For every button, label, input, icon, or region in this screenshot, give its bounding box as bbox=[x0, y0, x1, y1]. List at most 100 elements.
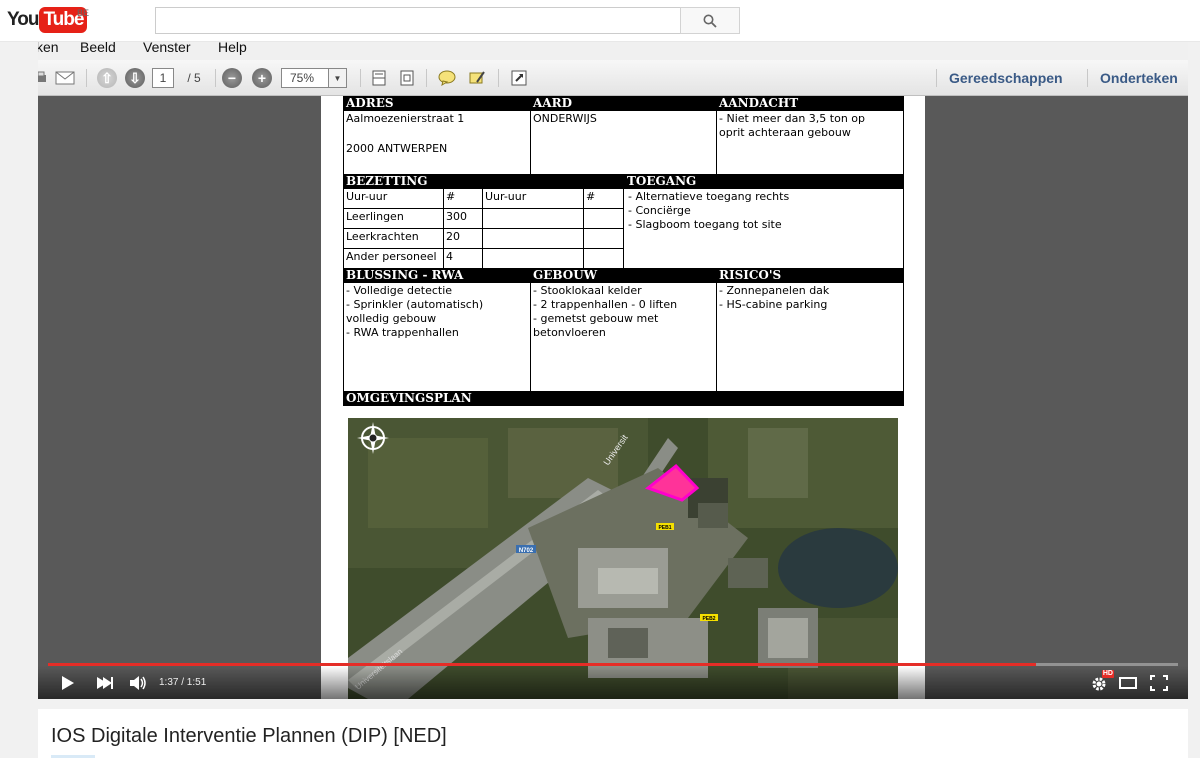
expand-icon[interactable] bbox=[508, 67, 530, 89]
bez-col3-header: Uur-uur bbox=[483, 189, 584, 208]
aerial-map-image: N702 PEB1 PEB2 Universit Universiteitsla… bbox=[348, 418, 898, 699]
risico-header: RISICO'S bbox=[719, 268, 782, 282]
toegang-line: - Conciërge bbox=[628, 204, 691, 217]
blussing-header-bar: BLUSSING - RWA GEBOUW RISICO'S bbox=[343, 268, 904, 283]
search-input[interactable] bbox=[155, 7, 681, 34]
aard-header: AARD bbox=[533, 96, 572, 110]
time-display: 1:37 / 1:51 bbox=[159, 677, 207, 688]
menu-item-edit[interactable]: ken bbox=[38, 42, 59, 55]
intervention-form: ADRES AARD AANDACHT Aalmoezenierstraat 1… bbox=[343, 96, 904, 406]
aandacht-line2: oprit achteraan gebouw bbox=[719, 126, 851, 139]
arrow-up-icon: ⇧ bbox=[97, 68, 117, 88]
blussing-cell: - Volledige detectie - Sprinkler (automa… bbox=[344, 283, 531, 391]
bezetting-header-bar: BEZETTING TOEGANG bbox=[343, 174, 904, 189]
video-title: IOS Digitale Interventie Plannen (DIP) [… bbox=[51, 725, 447, 747]
volume-button[interactable] bbox=[128, 675, 148, 691]
aard-cell: ONDERWIJS bbox=[531, 111, 717, 174]
arrow-down-icon: ⇩ bbox=[125, 68, 145, 88]
bezetting-table: Uur-uur # Uur-uur # Leerlingen 300 Leerk… bbox=[344, 189, 624, 268]
zoom-value: 75% bbox=[281, 68, 329, 88]
print-icon[interactable] bbox=[38, 67, 48, 89]
aerial-map: N702 PEB1 PEB2 Universit Universiteitsla… bbox=[348, 418, 898, 699]
mail-icon[interactable] bbox=[54, 67, 76, 89]
adres-line2: 2000 ANTWERPEN bbox=[346, 142, 448, 155]
masthead: You Tube BE bbox=[0, 0, 1200, 42]
tools-link[interactable]: Gereedschappen bbox=[949, 70, 1063, 86]
player-controls: 1:37 / 1:51 HD bbox=[38, 666, 1188, 699]
play-icon bbox=[62, 676, 74, 690]
sign-link[interactable]: Onderteken bbox=[1100, 70, 1178, 86]
toegang-line: - Alternatieve toegang rechts bbox=[628, 190, 790, 203]
fullscreen-button[interactable] bbox=[1148, 674, 1170, 692]
hd-badge: HD bbox=[1101, 670, 1114, 678]
fit-width-icon[interactable] bbox=[368, 67, 390, 89]
risico-line: - HS-cabine parking bbox=[719, 298, 828, 311]
blussing-line: - RWA trappenhallen bbox=[346, 326, 459, 339]
risico-cell: - Zonnepanelen dak - HS-cabine parking bbox=[717, 283, 903, 391]
gebouw-line: betonvloeren bbox=[533, 326, 606, 339]
theater-mode-button[interactable] bbox=[1118, 675, 1138, 691]
bez-col1-header: Uur-uur bbox=[344, 189, 444, 208]
bez-row-label: Ander personeel bbox=[344, 249, 444, 268]
bez-col2-header: # bbox=[444, 189, 483, 208]
gebouw-cell: - Stooklokaal kelder - 2 trappenhallen -… bbox=[531, 283, 717, 391]
toegang-cell: - Alternatieve toegang rechts - Conciërg… bbox=[626, 189, 791, 233]
page-number-field[interactable]: 1 bbox=[152, 67, 174, 89]
adres-cell: Aalmoezenierstraat 1 2000 ANTWERPEN bbox=[344, 111, 531, 174]
volume-icon bbox=[130, 676, 146, 690]
aandacht-cell: - Niet meer dan 3,5 ton op oprit achtera… bbox=[717, 111, 903, 174]
settings-button[interactable]: HD bbox=[1088, 670, 1114, 693]
omgeving-header: OMGEVINGSPLAN bbox=[346, 391, 472, 405]
zoom-out-button[interactable]: − bbox=[221, 67, 243, 89]
zoom-select[interactable]: 75% ▼ bbox=[281, 67, 347, 89]
chevron-down-icon[interactable]: ▼ bbox=[329, 68, 347, 88]
toegang-header: TOEGANG bbox=[627, 174, 697, 188]
table-row: Leerkrachten 20 bbox=[344, 229, 624, 249]
page-current[interactable]: 1 bbox=[152, 68, 174, 88]
bez-row-count: 4 bbox=[444, 249, 483, 268]
adres-row: Aalmoezenierstraat 1 2000 ANTWERPEN ONDE… bbox=[343, 111, 904, 174]
zoom-in-button[interactable]: + bbox=[251, 67, 273, 89]
road-label: N702 bbox=[519, 548, 534, 554]
omgeving-header-bar: OMGEVINGSPLAN bbox=[343, 391, 904, 406]
viewer-menubar: ken Beeld Venster Help bbox=[38, 42, 1188, 60]
highlight-icon[interactable] bbox=[466, 67, 488, 89]
blussing-row: - Volledige detectie - Sprinkler (automa… bbox=[343, 283, 904, 391]
logo-you-text: You bbox=[7, 9, 40, 30]
menu-item-help[interactable]: Help bbox=[218, 42, 247, 55]
next-icon bbox=[97, 677, 113, 689]
gebouw-line: - Stooklokaal kelder bbox=[533, 284, 642, 297]
risico-line: - Zonnepanelen dak bbox=[719, 284, 830, 297]
bezetting-header: BEZETTING bbox=[346, 174, 428, 188]
menu-item-window[interactable]: Venster bbox=[143, 42, 190, 55]
bez-row-label: Leerkrachten bbox=[344, 229, 444, 248]
toegang-line: - Slagboom toegang tot site bbox=[628, 218, 782, 231]
bez-row-count: 300 bbox=[444, 209, 483, 228]
comment-icon[interactable] bbox=[436, 67, 458, 89]
previous-page-button[interactable]: ⇧ bbox=[96, 67, 118, 89]
adres-header: ADRES bbox=[346, 96, 394, 110]
aandacht-header: AANDACHT bbox=[719, 96, 799, 110]
bez-col4-header: # bbox=[586, 190, 596, 203]
fit-page-icon[interactable] bbox=[396, 67, 418, 89]
video-player[interactable]: ken Beeld Venster Help ⇧ ⇩ 1 / 5 − + 75% bbox=[38, 42, 1188, 699]
theater-icon bbox=[1119, 677, 1137, 689]
plus-icon: + bbox=[252, 68, 272, 88]
search-icon bbox=[703, 14, 717, 28]
peb1-label: PEB1 bbox=[658, 525, 671, 531]
bez-row-label: Leerlingen bbox=[344, 209, 444, 228]
fullscreen-icon bbox=[1150, 675, 1168, 691]
blussing-line: volledig gebouw bbox=[346, 312, 437, 325]
page-total: / 5 bbox=[187, 71, 201, 85]
next-page-button[interactable]: ⇩ bbox=[124, 67, 146, 89]
next-button[interactable] bbox=[95, 675, 115, 691]
search-button[interactable] bbox=[680, 7, 740, 34]
video-info: IOS Digitale Interventie Plannen (DIP) [… bbox=[38, 709, 1188, 758]
youtube-logo[interactable]: You Tube bbox=[7, 7, 88, 33]
play-button[interactable] bbox=[60, 675, 76, 691]
viewer-toolbar: ⇧ ⇩ 1 / 5 − + 75% ▼ Gereedschappen Onder… bbox=[38, 60, 1188, 96]
menu-item-view[interactable]: Beeld bbox=[80, 42, 116, 55]
adres-header-bar: ADRES AARD AANDACHT bbox=[343, 96, 904, 111]
blussing-header: BLUSSING - RWA bbox=[346, 268, 464, 282]
peb2-label: PEB2 bbox=[702, 616, 715, 622]
